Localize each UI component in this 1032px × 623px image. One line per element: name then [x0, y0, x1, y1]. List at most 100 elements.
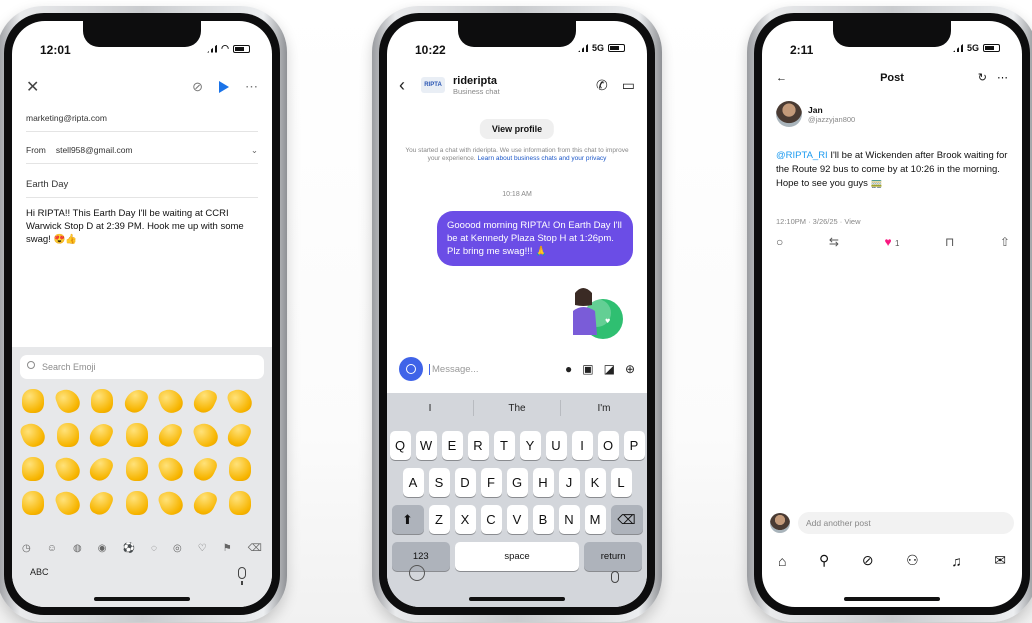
plus-icon[interactable]: ⊕	[625, 362, 635, 376]
hand-emoji-icon[interactable]	[87, 419, 116, 451]
key[interactable]: N	[558, 505, 580, 534]
food-icon[interactable]: ◉	[98, 543, 107, 554]
hand-emoji-icon[interactable]	[22, 389, 44, 413]
key[interactable]: T	[493, 431, 515, 460]
sticker-icon[interactable]: ◪	[604, 362, 615, 376]
chevron-down-icon[interactable]: ⌄	[251, 145, 258, 156]
shift-key[interactable]: ⬆	[391, 505, 424, 534]
key[interactable]: J	[558, 468, 580, 497]
hand-emoji-icon[interactable]	[125, 491, 148, 515]
hand-emoji-icon[interactable]	[229, 491, 252, 515]
attachment-icon[interactable]: ⊘	[192, 79, 203, 95]
flag-icon[interactable]: ⚑	[223, 543, 232, 554]
activity-icon[interactable]: ⚽	[123, 543, 135, 554]
space-key[interactable]: space	[454, 542, 580, 571]
back-icon[interactable]: ‹	[399, 75, 421, 96]
key[interactable]: I	[571, 431, 593, 460]
smiley-icon[interactable]: ☺	[47, 543, 57, 554]
privacy-link[interactable]: Learn about business chats and your priv…	[477, 155, 606, 162]
key[interactable]: W	[415, 431, 437, 460]
share-icon[interactable]: ⇧	[1000, 235, 1010, 249]
key[interactable]: C	[480, 505, 502, 534]
hand-emoji-icon[interactable]	[229, 457, 252, 481]
earth-love-sticker[interactable]: ♥	[565, 283, 627, 341]
search-icon[interactable]: ⚲	[819, 552, 829, 569]
suggestion-item[interactable]: I	[387, 403, 473, 414]
notifications-icon[interactable]: ♫	[951, 553, 962, 569]
key[interactable]: O	[597, 431, 619, 460]
microphone-icon[interactable]: ●	[565, 362, 572, 376]
messages-icon[interactable]: ✉	[994, 552, 1006, 569]
grok-icon[interactable]: ⊘	[862, 552, 874, 569]
view-profile-button[interactable]: View profile	[479, 119, 555, 139]
key[interactable]: M	[584, 505, 606, 534]
key[interactable]: A	[402, 468, 424, 497]
hand-emoji-icon[interactable]	[53, 453, 83, 485]
home-icon[interactable]: ⌂	[778, 553, 786, 569]
key[interactable]: Y	[519, 431, 541, 460]
hand-emoji-icon[interactable]	[156, 385, 186, 417]
travel-icon[interactable]: ◌	[151, 543, 157, 554]
return-key[interactable]: return	[584, 542, 642, 571]
key[interactable]: D	[454, 468, 476, 497]
key[interactable]: B	[532, 505, 554, 534]
close-icon[interactable]: ✕	[26, 77, 39, 97]
key[interactable]: V	[506, 505, 528, 534]
hand-emoji-icon[interactable]	[156, 487, 186, 519]
hand-emoji-icon[interactable]	[125, 457, 148, 481]
hand-emoji-icon[interactable]	[125, 423, 148, 447]
hand-emoji-icon[interactable]	[91, 389, 114, 413]
emoji-search-input[interactable]: Search Emoji	[20, 355, 264, 379]
hand-emoji-icon[interactable]	[121, 385, 150, 417]
key[interactable]: H	[532, 468, 554, 497]
to-field[interactable]: marketing@ripta.com	[26, 113, 258, 123]
bookmark-icon[interactable]: ⊓	[945, 235, 954, 249]
animal-icon[interactable]: ◍	[73, 543, 82, 554]
suggestion-item[interactable]: The	[474, 403, 560, 414]
hand-emoji-icon[interactable]	[156, 419, 185, 451]
key[interactable]: G	[506, 468, 528, 497]
hand-emoji-icon[interactable]	[53, 487, 83, 519]
mention-link[interactable]: @RIPTA_RI	[776, 150, 828, 161]
reply-input[interactable]: Add another post	[798, 512, 1014, 534]
more-icon[interactable]: ⋯	[245, 79, 258, 95]
hand-emoji-icon[interactable]	[191, 419, 221, 451]
hand-emoji-icon[interactable]	[22, 491, 44, 515]
hand-emoji-icon[interactable]	[225, 385, 255, 417]
chat-contact[interactable]: rideripta Business chat	[453, 75, 500, 96]
hand-emoji-icon[interactable]	[225, 419, 254, 451]
video-call-icon[interactable]: ▭	[622, 77, 635, 94]
microphone-icon[interactable]	[238, 567, 246, 585]
microphone-icon[interactable]	[611, 571, 619, 583]
key[interactable]: K	[584, 468, 606, 497]
key[interactable]: Z	[428, 505, 450, 534]
hand-emoji-icon[interactable]	[190, 487, 219, 519]
subject-field[interactable]: Earth Day	[26, 179, 258, 190]
key[interactable]: F	[480, 468, 502, 497]
key[interactable]: P	[623, 431, 645, 460]
phone-call-icon[interactable]: ✆	[596, 77, 608, 94]
hand-emoji-icon[interactable]	[56, 423, 79, 447]
sent-message-bubble[interactable]: Gooood morning RIPTA! On Earth Day I'll …	[437, 211, 633, 266]
backspace-icon[interactable]: ⌫	[248, 543, 262, 554]
suggestion-item[interactable]: I'm	[561, 403, 647, 414]
key[interactable]: U	[545, 431, 567, 460]
hand-emoji-icon[interactable]	[87, 453, 116, 485]
recent-icon[interactable]: ◷	[22, 543, 31, 554]
message-input[interactable]: Message...	[429, 363, 478, 375]
gallery-icon[interactable]: ▣	[582, 362, 593, 376]
email-body[interactable]: Hi RIPTA!! This Earth Day I'll be waitin…	[26, 207, 252, 246]
key[interactable]: S	[428, 468, 450, 497]
repost-icon[interactable]: ⇆	[829, 235, 839, 249]
emoji-icon[interactable]	[409, 565, 425, 581]
backspace-key[interactable]: ⌫	[610, 505, 643, 534]
key[interactable]: E	[441, 431, 463, 460]
hand-emoji-icon[interactable]	[53, 385, 83, 417]
hand-emoji-icon[interactable]	[156, 453, 186, 485]
communities-icon[interactable]: ⚇	[906, 552, 919, 569]
camera-icon[interactable]	[399, 357, 423, 381]
key[interactable]: X	[454, 505, 476, 534]
objects-icon[interactable]: ◎	[173, 543, 182, 554]
hand-emoji-icon[interactable]	[190, 385, 219, 417]
hand-emoji-icon[interactable]	[87, 487, 116, 519]
